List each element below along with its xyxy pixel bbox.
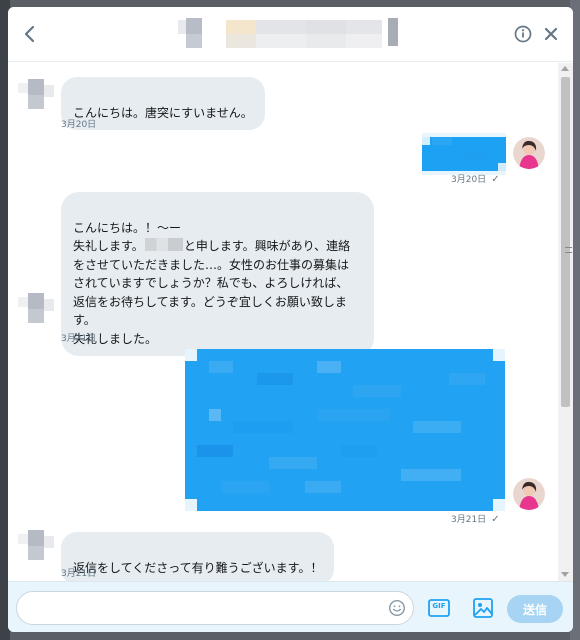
add-photo-button[interactable] (472, 597, 494, 619)
message-date: 3月21日 (451, 515, 487, 525)
scroll-down-arrow-icon[interactable] (561, 572, 569, 577)
message-composer: GIF 送信 (8, 581, 573, 632)
message-bubble-incoming: こんにちは。！〜ー 失礼します。 と申します。興味があり、連絡をさせていただきました… (61, 192, 374, 356)
back-button[interactable] (18, 22, 42, 46)
sender-avatar (18, 530, 54, 560)
message-text-line: 失礼します。 (73, 239, 144, 253)
gif-button[interactable]: GIF (428, 598, 450, 618)
message-bubble-incoming: 返信をしてくださって有り難うございます。！ (61, 532, 335, 581)
dialog-header (8, 7, 573, 62)
chevron-left-icon (24, 25, 35, 43)
message-bubble-outgoing-redacted (185, 349, 505, 511)
message-input[interactable] (16, 591, 414, 625)
message-text-body: をさせていただきました…。女性のお仕事の募集は されていますでしょうか？私でも、… (73, 257, 350, 346)
message-text: こんにちは。唐突にすいません。 (73, 105, 253, 120)
dm-dialog: こんにちは。唐突にすいません。 3月20日 3月20日 ✓ こんにちは。！〜ー … (8, 7, 573, 632)
info-icon (514, 25, 532, 43)
message-timestamp: 3月21日 (61, 334, 97, 344)
close-icon (544, 27, 558, 41)
message-date: 3月20日 (451, 175, 487, 185)
thread-scrollbar[interactable] (558, 63, 573, 581)
info-button[interactable] (511, 22, 535, 46)
scrollbar-thumb[interactable] (561, 77, 572, 407)
emoji-button[interactable] (388, 599, 406, 617)
read-check-icon: ✓ (491, 514, 500, 525)
message-bubble-outgoing-redacted (422, 133, 506, 175)
read-check-icon: ✓ (491, 174, 500, 185)
message-timestamp: 3月20日 (61, 120, 97, 130)
scroll-grip-icon (565, 247, 572, 253)
message-thread[interactable]: こんにちは。唐突にすいません。 3月20日 3月20日 ✓ こんにちは。！〜ー … (8, 63, 558, 581)
sender-avatar (18, 79, 54, 109)
own-avatar (513, 137, 545, 169)
message-timestamp: 3月21日 (61, 569, 97, 579)
redacted-sender-name (144, 238, 183, 251)
gif-label: GIF (432, 602, 446, 610)
scroll-up-arrow-icon[interactable] (561, 66, 569, 71)
message-text: 返信をしてくださって有り難うございます。！ (73, 560, 323, 575)
close-button[interactable] (539, 22, 563, 46)
image-icon (473, 598, 493, 618)
message-text-line: と申します。興味があり、連絡 (183, 239, 351, 253)
message-timestamp: 3月20日 ✓ (451, 172, 500, 185)
message-text-line: こんにちは。！〜ー (73, 220, 182, 235)
emoji-icon (388, 599, 406, 617)
send-button[interactable]: 送信 (507, 595, 563, 623)
redacted-name-image (178, 18, 398, 48)
conversation-title (178, 15, 408, 53)
message-timestamp: 3月21日 ✓ (451, 512, 500, 525)
sender-avatar (18, 293, 54, 323)
own-avatar (513, 478, 545, 510)
